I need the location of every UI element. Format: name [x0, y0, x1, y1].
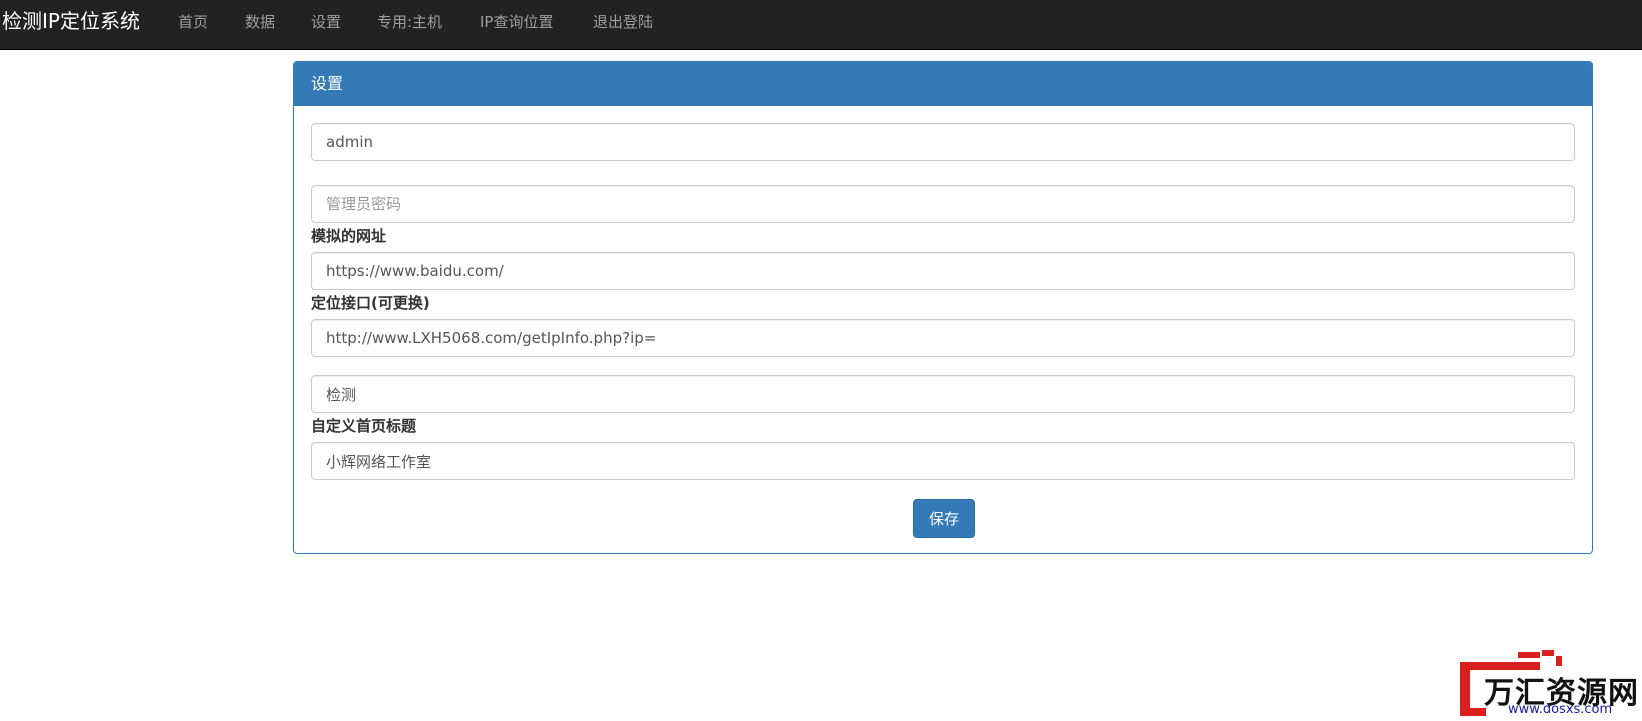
nav-home[interactable]: 首页: [178, 12, 208, 32]
mock-url-label: 模拟的网址: [311, 227, 387, 245]
nav-ip-lookup[interactable]: IP查询位置: [480, 12, 553, 32]
watermark-url: www.dosxs.com: [1508, 702, 1613, 717]
home-title-label: 自定义首页标题: [311, 417, 417, 435]
settings-panel: 设置 模拟的网址 定位接口(可更换) 自定义首页标题 保存: [293, 61, 1593, 554]
panel-title: 设置: [294, 62, 1592, 106]
nav-dedicated-host[interactable]: 专用:主机: [377, 12, 442, 32]
username-input[interactable]: [311, 123, 1575, 161]
brand-title[interactable]: 检测IP定位系统: [2, 8, 140, 34]
locate-api-label: 定位接口(可更换): [311, 294, 430, 312]
top-navbar: 检测IP定位系统 首页 数据 设置 专用:主机 IP查询位置 退出登陆: [0, 0, 1642, 50]
locate-api-input[interactable]: [311, 319, 1575, 357]
save-button[interactable]: 保存: [913, 499, 975, 538]
home-title-input[interactable]: [311, 442, 1575, 480]
nav-settings[interactable]: 设置: [311, 12, 341, 32]
nav-logout[interactable]: 退出登陆: [593, 12, 653, 32]
nav-data[interactable]: 数据: [245, 12, 275, 32]
password-input[interactable]: [311, 185, 1575, 223]
detect-input[interactable]: [311, 375, 1575, 413]
mock-url-input[interactable]: [311, 252, 1575, 290]
watermark-logo: 万汇资源网 www.dosxs.com: [1456, 646, 1638, 718]
